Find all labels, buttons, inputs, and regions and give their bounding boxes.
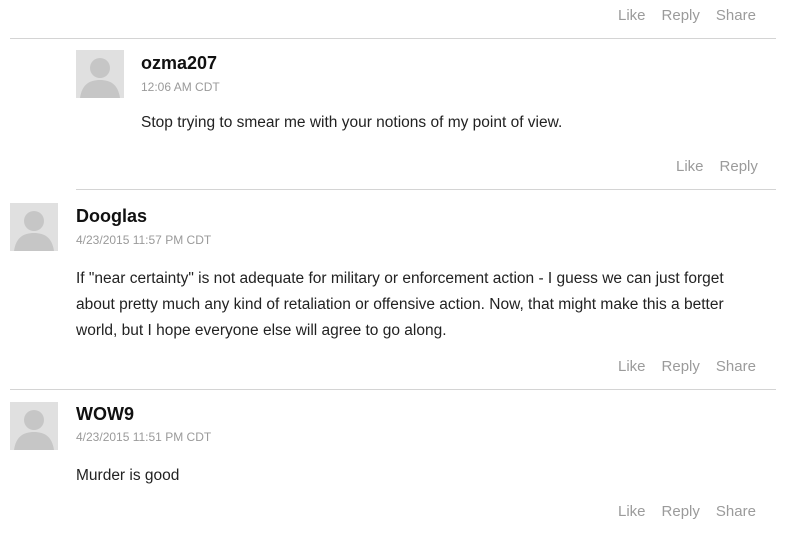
comment-author[interactable]: Dooglas (76, 206, 147, 227)
like-link[interactable]: Like (618, 358, 646, 375)
avatar[interactable] (10, 203, 58, 251)
share-link[interactable]: Share (716, 503, 756, 520)
like-link[interactable]: Like (618, 503, 646, 520)
reply-link[interactable]: Reply (720, 158, 758, 175)
default-avatar-icon (10, 402, 58, 450)
reply-link[interactable]: Reply (662, 358, 700, 375)
comment-text: Stop trying to smear me with your notion… (141, 114, 563, 131)
share-link[interactable]: Share (716, 358, 756, 375)
avatar[interactable] (76, 50, 124, 98)
comment-actions: Like Reply (676, 158, 758, 175)
comment-actions: Like Reply Share (618, 358, 756, 375)
avatar[interactable] (10, 402, 58, 450)
reply-link[interactable]: Reply (662, 503, 700, 520)
comment-author[interactable]: ozma207 (141, 53, 217, 74)
comment-text: If "near certainty" is not adequate for … (76, 270, 724, 339)
divider (10, 389, 776, 390)
like-link[interactable]: Like (676, 158, 704, 175)
comment-text: Murder is good (76, 467, 180, 484)
like-link[interactable]: Like (618, 7, 646, 24)
divider (76, 189, 776, 190)
divider (10, 38, 776, 39)
comment-author[interactable]: WOW9 (76, 404, 134, 425)
comment-timestamp[interactable]: 4/23/2015 11:51 PM CDT (76, 430, 211, 444)
default-avatar-icon (76, 50, 124, 98)
share-link[interactable]: Share (716, 7, 756, 24)
comment-timestamp[interactable]: 12:06 AM CDT (141, 80, 220, 94)
comment-timestamp[interactable]: 4/23/2015 11:57 PM CDT (76, 233, 211, 247)
comment-actions: Like Reply Share (618, 503, 756, 520)
comment-actions: Like Reply Share (618, 7, 756, 24)
reply-link[interactable]: Reply (662, 7, 700, 24)
default-avatar-icon (10, 203, 58, 251)
